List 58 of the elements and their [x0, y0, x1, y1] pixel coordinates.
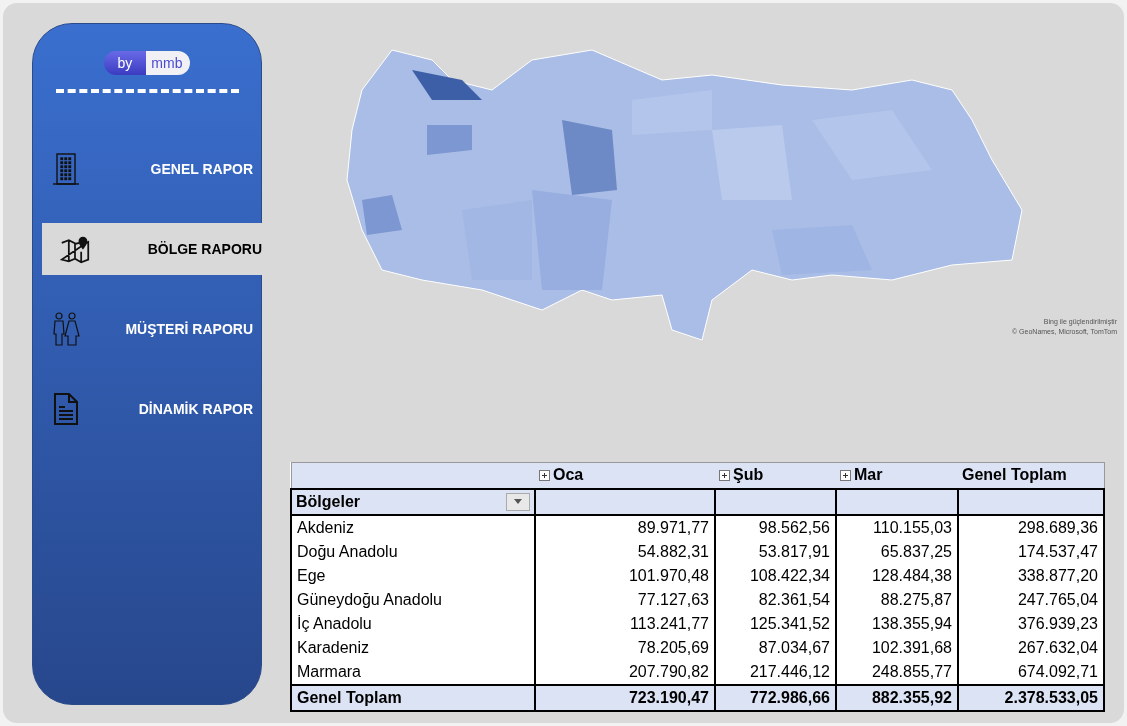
table-cell: 376.939,23	[958, 611, 1104, 636]
people-icon	[51, 312, 81, 346]
table-cell: 110.155,03	[836, 514, 958, 540]
table-cell: 113.241,77	[535, 611, 715, 636]
expand-icon[interactable]	[840, 469, 851, 481]
column-header: Genel Toplam	[958, 462, 1104, 489]
table-cell: 207.790,82	[535, 659, 715, 685]
table-cell: 298.689,36	[958, 514, 1104, 540]
table-cell: 125.341,52	[715, 611, 836, 636]
row-label: Ege	[291, 563, 535, 588]
table-cell: 217.446,12	[715, 659, 836, 685]
expand-icon[interactable]	[539, 469, 550, 481]
total-cell: 2.378.533,05	[958, 684, 1104, 711]
row-label: Güneydoğu Anadolu	[291, 587, 535, 612]
document-icon	[51, 392, 81, 426]
logo-text: by	[103, 51, 147, 75]
nav-item[interactable]: GENEL RAPOR	[33, 143, 261, 195]
table-cell: 174.537,47	[958, 539, 1104, 564]
total-cell: 772.986,66	[715, 684, 836, 711]
table-cell: 674.092,71	[958, 659, 1104, 685]
caret-icon	[514, 499, 522, 504]
table-cell: 267.632,04	[958, 635, 1104, 660]
column-header: Oca	[535, 462, 715, 489]
table-cell: 248.855,77	[836, 659, 958, 685]
table-cell: 108.422,34	[715, 563, 836, 588]
table-cell: 138.355,94	[836, 611, 958, 636]
table-cell: 89.971,77	[535, 514, 715, 540]
row-label: Doğu Anadolu	[291, 539, 535, 564]
table-cell: 54.882,31	[535, 539, 715, 564]
expand-icon[interactable]	[719, 469, 730, 481]
table-cell: 102.391,68	[836, 635, 958, 660]
table-cell: 128.484,38	[836, 563, 958, 588]
table-cell: 101.970,48	[535, 563, 715, 588]
row-header: Bölgeler	[291, 488, 535, 515]
table-cell: 247.765,04	[958, 587, 1104, 612]
row-label: Karadeniz	[291, 635, 535, 660]
column-header: Mar	[836, 462, 958, 489]
building-icon	[51, 152, 81, 186]
nav-item[interactable]: DİNAMİK RAPOR	[33, 383, 261, 435]
table-cell: 87.034,67	[715, 635, 836, 660]
table-cell: 65.837,25	[836, 539, 958, 564]
total-cell: 882.355,92	[836, 684, 958, 711]
logo-text: mmb	[146, 51, 191, 75]
row-label: Akdeniz	[291, 514, 535, 540]
filter-dropdown[interactable]	[506, 492, 530, 511]
column-header: Şub	[715, 462, 836, 489]
nav-item[interactable]: MÜŞTERİ RAPORU	[33, 303, 261, 355]
total-label: Genel Toplam	[291, 684, 535, 711]
table-cell: 98.562,56	[715, 514, 836, 540]
table-cell: 88.275,87	[836, 587, 958, 612]
row-label: Marmara	[291, 659, 535, 685]
total-cell: 723.190,47	[535, 684, 715, 711]
table-cell: 82.361,54	[715, 587, 836, 612]
row-label: İç Anadolu	[291, 611, 535, 636]
table-cell: 78.205,69	[535, 635, 715, 660]
table-cell: 77.127,63	[535, 587, 715, 612]
table-cell: 338.877,20	[958, 563, 1104, 588]
table-cell: 53.817,91	[715, 539, 836, 564]
